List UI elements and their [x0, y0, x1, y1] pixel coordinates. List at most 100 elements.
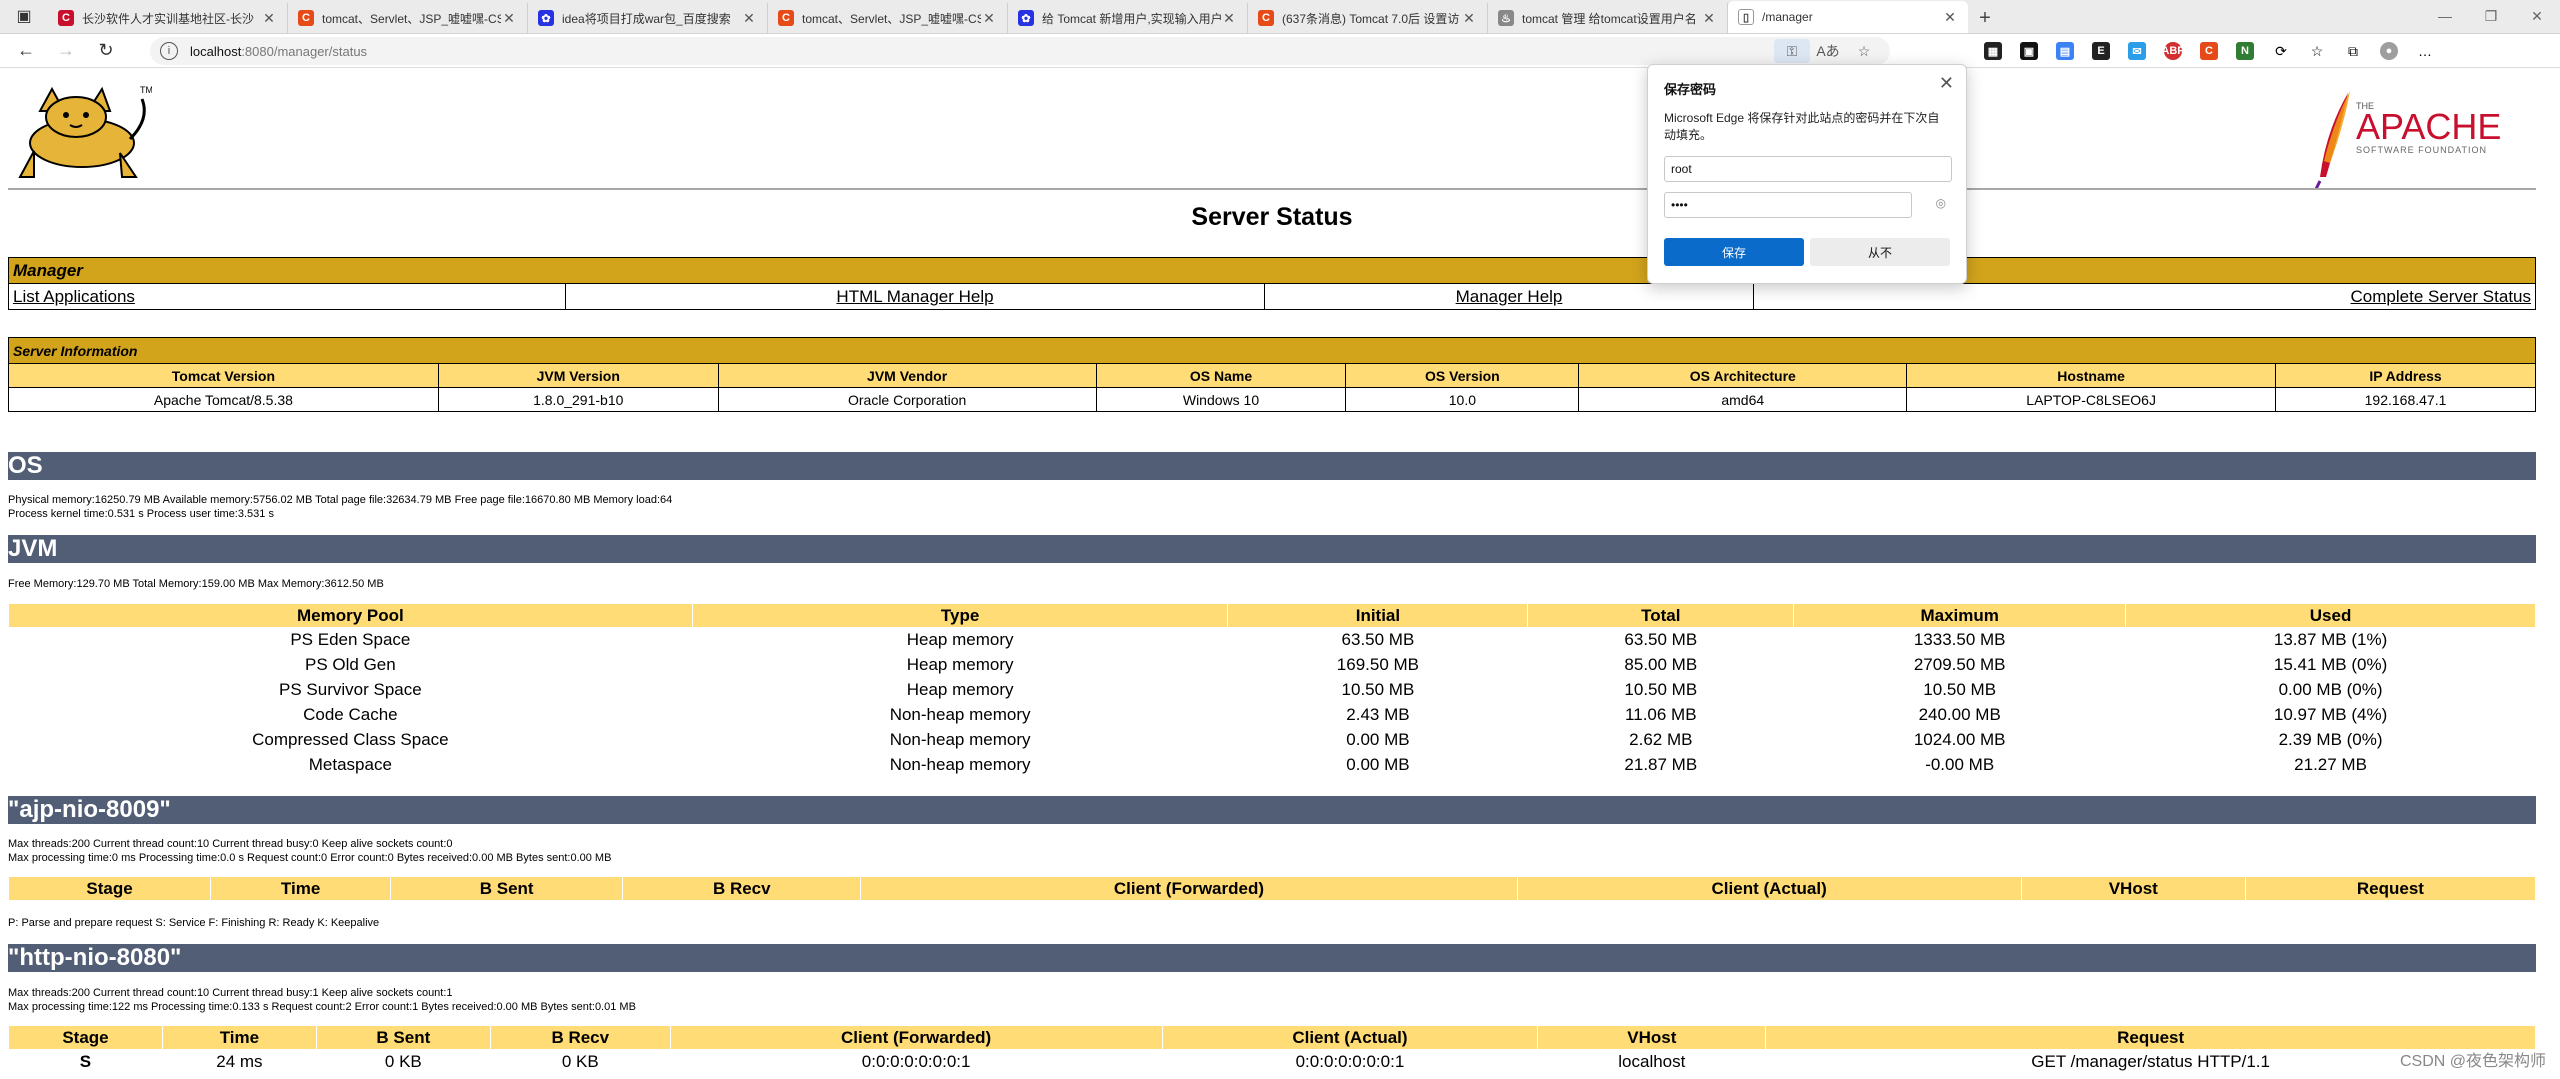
site-info-icon[interactable]: i	[160, 42, 178, 60]
new-tab-button[interactable]: +	[1968, 3, 2002, 33]
ajp-column-header: Stage	[7, 876, 212, 901]
extension-icon-7[interactable]: C	[2191, 34, 2227, 68]
memory-pool-cell: 10.97 MB (4%)	[2273, 705, 2388, 724]
browser-tab[interactable]: ✿ idea将项目打成war包_百度搜索 ✕	[528, 3, 768, 33]
window-controls: — ❐ ✕	[2422, 0, 2560, 33]
tab-favicon-icon: ♨	[1498, 10, 1514, 26]
read-aloud-icon[interactable]: Aあ	[1810, 41, 1846, 61]
memory-pool-cell: 1024.00 MB	[1913, 730, 2006, 749]
tab-close-icon[interactable]: ✕	[741, 10, 757, 27]
memory-pool-cell: 0.00 MB (0%)	[2278, 680, 2383, 699]
tab-favicon-icon: C	[58, 10, 74, 26]
extension-icon-1[interactable]: ▦	[1975, 34, 2011, 68]
navigation-bar: ← → ↻ i localhost:8080/manager/status ⚿ …	[0, 34, 2560, 68]
adblock-icon[interactable]: ABP	[2155, 34, 2191, 68]
tab-title: tomcat、Servlet、JSP_嘘嘘嘿-CS	[802, 11, 981, 26]
browser-tab[interactable]: Ctomcat、Servlet、JSP_嘘嘘嘿-CS ✕	[288, 3, 528, 33]
browser-tab[interactable]: Ctomcat、Servlet、JSP_嘘嘘嘿-CS ✕	[768, 3, 1008, 33]
http-line-1: Max threads:200 Current thread count:10 …	[8, 987, 453, 999]
complete-server-status-link[interactable]: Complete Server Status	[2351, 287, 2531, 306]
address-bar[interactable]: i localhost:8080/manager/status ⚿ Aあ ☆	[150, 37, 1890, 65]
browser-tab[interactable]: C (637条消息) Tomcat 7.0后 设置访 ✕	[1248, 3, 1488, 33]
tab-close-icon[interactable]: ✕	[1461, 10, 1477, 27]
minimize-icon[interactable]: —	[2422, 8, 2468, 24]
browser-tab[interactable]: ✿ 给 Tomcat 新增用户,实现输入用户 ✕	[1008, 3, 1248, 33]
url-path: :8080/manager/status	[241, 43, 368, 59]
server-info-column-header: Hostname	[1906, 363, 2277, 388]
restore-icon[interactable]: ❐	[2468, 8, 2514, 25]
extension-icon-4[interactable]: E	[2083, 34, 2119, 68]
tab-favicon-icon: ▯	[1738, 9, 1754, 25]
server-info-table: Server Information Tomcat Version JVM Ver…	[8, 337, 2536, 412]
favorites-icon[interactable]: ☆	[2299, 34, 2335, 68]
svg-text:SOFTWARE FOUNDATION: SOFTWARE FOUNDATION	[2356, 145, 2487, 155]
tab-close-icon[interactable]: ✕	[981, 10, 997, 27]
memory-pool-cell: 10.50 MB	[1341, 680, 1415, 699]
html-manager-help-link[interactable]: HTML Manager Help	[836, 287, 993, 306]
dialog-description: Microsoft Edge 将保存针对此站点的密码并在下次自动填充。	[1664, 111, 1940, 142]
apache-logo: THE APACHE SOFTWARE FOUNDATION	[2314, 91, 2501, 190]
back-icon[interactable]: ←	[6, 40, 46, 61]
dialog-close-icon[interactable]: ✕	[1939, 73, 1954, 94]
never-save-button[interactable]: 从不	[1810, 238, 1950, 266]
tab-close-icon[interactable]: ✕	[1701, 10, 1717, 27]
ajp-stage-legend: P: Parse and prepare request S: Service …	[8, 917, 380, 929]
tab-title: tomcat 管理 给tomcat设置用户名	[1522, 11, 1697, 26]
server-info-header: Server Information	[8, 337, 2536, 364]
ajp-column-header: Client (Forwarded)	[860, 876, 1518, 901]
username-field[interactable]	[1664, 156, 1952, 182]
memory-pool-cell: Code Cache	[303, 705, 398, 724]
http-thread-cell: S	[79, 1052, 92, 1072]
memory-pool-column-header: Used	[2125, 603, 2536, 628]
browser-tab[interactable]: C 长沙软件人才实训基地社区-长沙 ✕	[48, 3, 288, 33]
memory-pool-cell: Heap memory	[906, 680, 1014, 699]
favorite-star-icon[interactable]: ☆	[1846, 43, 1882, 60]
http-thread-cell: 0 KB	[561, 1052, 599, 1072]
password-field[interactable]	[1664, 192, 1912, 218]
http-column-header: Client (Actual)	[1161, 1025, 1539, 1050]
memory-pool-column-header: Total	[1527, 603, 1795, 628]
server-info-value: Oracle Corporation	[717, 387, 1097, 412]
memory-pool-cell: 1333.50 MB	[1913, 630, 2006, 650]
memory-pool-cell: 13.87 MB (1%)	[2273, 630, 2388, 650]
save-password-button[interactable]: 保存	[1664, 238, 1804, 266]
browser-tab[interactable]: ♨ tomcat 管理 给tomcat设置用户名 ✕	[1488, 3, 1728, 33]
password-key-icon[interactable]: ⚿	[1774, 39, 1810, 63]
list-applications-link[interactable]: List Applications	[13, 287, 135, 306]
show-password-icon[interactable]: ◎	[1936, 196, 1946, 210]
forward-icon[interactable]: →	[46, 40, 86, 61]
close-window-icon[interactable]: ✕	[2514, 8, 2560, 25]
manager-help-link[interactable]: Manager Help	[1456, 287, 1563, 306]
refresh-icon[interactable]: ↻	[86, 40, 126, 61]
server-info-value: 1.8.0_291-b10	[437, 387, 719, 412]
more-menu-icon[interactable]: …	[2407, 34, 2443, 68]
collections-icon[interactable]: ⧉	[2335, 34, 2371, 68]
svg-text:TM: TM	[140, 85, 152, 95]
ajp-section-header: "ajp-nio-8009"	[8, 796, 2536, 824]
table-row: Code Cache Non-heap memory 2.43 MB 11.06 MB…	[9, 703, 2536, 728]
tab-title: 给 Tomcat 新增用户,实现输入用户	[1042, 11, 1221, 26]
jvm-section-header: JVM	[8, 535, 2536, 563]
tab-favicon-icon: ✿	[1018, 10, 1034, 26]
page-title: Server Status	[1191, 203, 1353, 231]
memory-pool-cell: Compressed Class Space	[252, 730, 449, 749]
extension-icon-8[interactable]: N	[2227, 34, 2263, 68]
tab-title: /manager	[1762, 10, 1813, 24]
profile-avatar-icon[interactable]: ●	[2371, 34, 2407, 68]
extension-icon-5[interactable]: ✉	[2119, 34, 2155, 68]
csdn-watermark: CSDN @夜色架构师	[2399, 1053, 2546, 1070]
tab-close-icon[interactable]: ✕	[261, 10, 277, 27]
tomcat-logo: TM	[18, 85, 152, 178]
extension-puzzle-icon[interactable]: ⟳	[2263, 34, 2299, 68]
tab-close-icon[interactable]: ✕	[1942, 9, 1958, 26]
tab-close-icon[interactable]: ✕	[501, 10, 517, 27]
tab-actions-icon[interactable]: ▣	[0, 0, 48, 33]
tab-close-icon[interactable]: ✕	[1221, 10, 1237, 27]
memory-pool-cell: 10.50 MB	[1624, 680, 1698, 699]
browser-tab[interactable]: ▯ /manager ✕	[1728, 1, 1968, 33]
memory-pool-cell: 2.62 MB	[1629, 730, 1693, 749]
extension-icon-3[interactable]: ▤	[2047, 34, 2083, 68]
extension-icon-2[interactable]: ▣	[2011, 34, 2047, 68]
memory-pool-column-header: Type	[691, 603, 1229, 628]
save-password-dialog: 保存密码 ✕ Microsoft Edge 将保存针对此站点的密码并在下次自动填…	[1647, 64, 1967, 284]
